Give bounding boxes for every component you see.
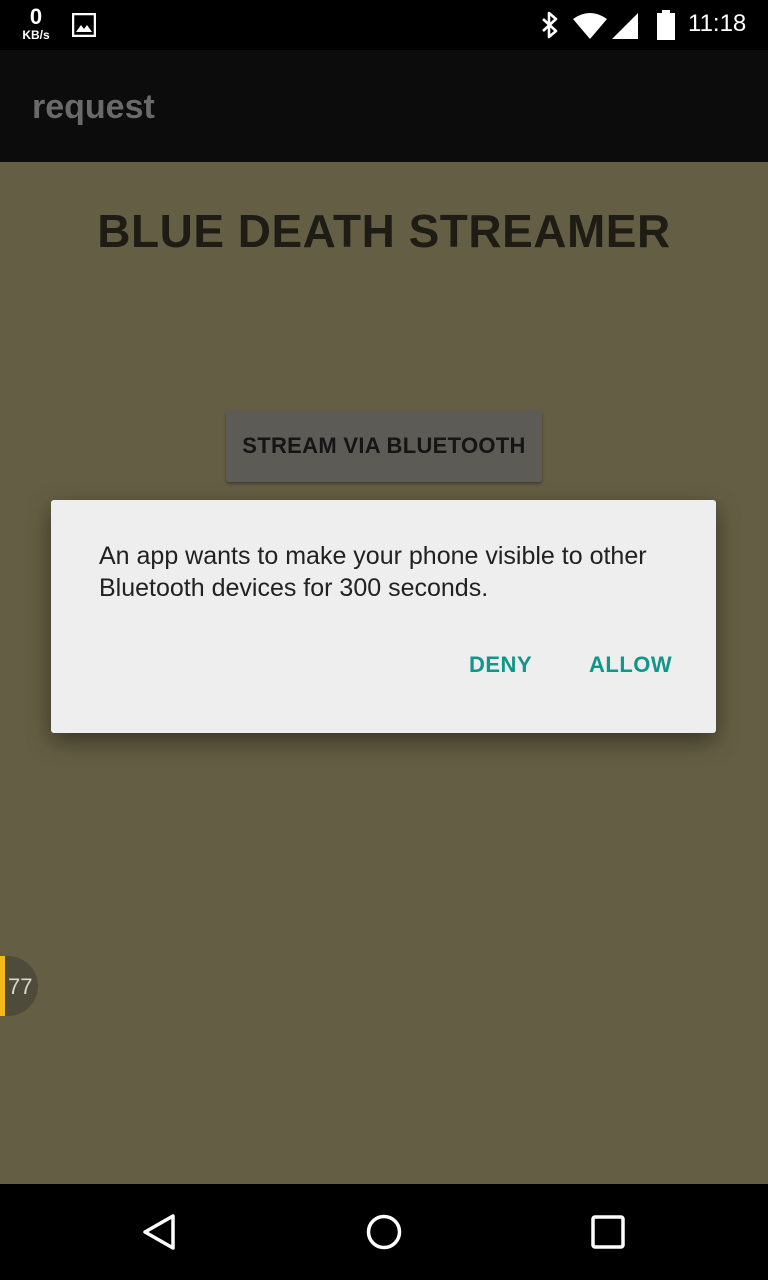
- recents-icon[interactable]: [588, 1212, 628, 1252]
- floating-overlay-badge[interactable]: 77: [0, 956, 38, 1016]
- action-bar: request: [0, 50, 768, 162]
- navigation-bar: [0, 1184, 768, 1280]
- deny-button[interactable]: DENY: [469, 652, 532, 678]
- gallery-icon: [72, 13, 96, 37]
- home-icon[interactable]: [364, 1212, 404, 1252]
- dialog-message: An app wants to make your phone visible …: [99, 542, 647, 602]
- network-speed-unit: KB/s: [22, 28, 50, 42]
- allow-button[interactable]: ALLOW: [589, 652, 672, 678]
- status-bar: 0 KB/s 11:18: [0, 0, 768, 50]
- screen: 0 KB/s 11:18 request BLUE DEATH STREAMER…: [0, 0, 768, 1280]
- stream-via-bluetooth-button[interactable]: STREAM VIA BLUETOOTH: [226, 410, 542, 482]
- bluetooth-icon: [542, 11, 558, 39]
- badge-value: 77: [8, 974, 33, 999]
- network-speed-value: 0: [29, 4, 43, 29]
- cell-signal-icon: [612, 13, 638, 39]
- wifi-icon: [573, 13, 607, 39]
- badge-accent-stripe: [0, 956, 5, 1016]
- bluetooth-visibility-dialog: An app wants to make your phone visible …: [51, 500, 716, 733]
- network-speed-indicator: 0 KB/s: [18, 4, 54, 42]
- action-bar-title: request: [32, 88, 155, 126]
- app-heading: BLUE DEATH STREAMER: [97, 205, 671, 257]
- back-icon[interactable]: [140, 1212, 180, 1252]
- status-clock: 11:18: [688, 10, 747, 37]
- battery-icon: [657, 10, 675, 40]
